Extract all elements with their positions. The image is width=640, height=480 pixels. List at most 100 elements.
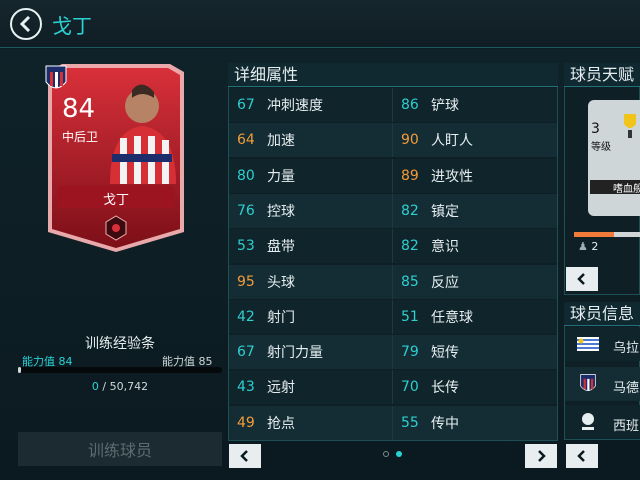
training-progress-bar <box>18 367 222 373</box>
talent-prev-button[interactable] <box>566 267 598 291</box>
attribute-row: 43 远射 70 长传 <box>229 370 557 405</box>
attribute-value: 89 <box>401 167 419 184</box>
attributes-next-button[interactable] <box>525 444 557 468</box>
info-league-label: 西班 <box>613 419 640 434</box>
attribute-name: 射门 <box>267 309 295 326</box>
uruguay-flag-icon <box>577 337 599 351</box>
page-dot-2[interactable] <box>396 451 402 457</box>
attribute-name: 力量 <box>267 168 295 185</box>
top-bar: 戈丁 <box>0 0 640 48</box>
talent-title: 球员天赋 <box>564 63 640 87</box>
attribute-row: 95 头球 85 反应 <box>229 264 557 299</box>
attribute-cell: 43 远射 <box>229 370 393 405</box>
talent-level-number: 3 <box>591 121 600 137</box>
attribute-name: 远射 <box>267 380 295 397</box>
club-crest-icon <box>45 65 67 89</box>
card-position: 中后卫 <box>62 130 99 144</box>
attribute-row: 76 控球 82 镇定 <box>229 193 557 228</box>
info-nation-label: 乌拉 <box>613 341 640 356</box>
attribute-value: 82 <box>401 238 419 255</box>
attribute-name: 冲刺速度 <box>267 98 323 114</box>
back-button[interactable] <box>10 8 42 40</box>
attribute-value: 95 <box>237 273 255 290</box>
card-rating: 84 <box>62 94 96 124</box>
attribute-name: 任意球 <box>431 309 473 326</box>
attribute-value: 76 <box>237 202 255 219</box>
talent-count: ♟ 2 <box>578 240 598 253</box>
chevron-right-icon <box>538 450 546 462</box>
attribute-cell: 95 头球 <box>229 264 393 299</box>
attribute-value: 79 <box>401 344 419 361</box>
attribute-value: 80 <box>237 167 255 184</box>
info-prev-button[interactable] <box>566 444 598 468</box>
train-player-button[interactable]: 训练球员 <box>18 432 222 466</box>
xp-current: 0 <box>91 380 99 393</box>
attribute-row: 67 射门力量 79 短传 <box>229 335 557 370</box>
talent-count-value: 2 <box>591 240 599 253</box>
page-dot-1[interactable] <box>383 451 389 457</box>
attribute-value: 42 <box>237 308 255 325</box>
attribute-value: 70 <box>401 379 419 396</box>
attribute-name: 长传 <box>431 380 459 397</box>
attribute-row: 53 盘带 82 意识 <box>229 229 557 264</box>
chevron-left-icon <box>577 450 585 462</box>
attribute-cell: 76 控球 <box>229 193 393 228</box>
attribute-name: 加速 <box>267 133 295 150</box>
attribute-cell: 64 加速 <box>229 123 393 158</box>
club-crest-icon <box>580 374 596 391</box>
trophy-icon <box>624 114 636 138</box>
attribute-cell: 42 射门 <box>229 299 393 334</box>
attribute-cell: 49 抢点 <box>229 405 393 440</box>
attribute-value: 51 <box>401 308 419 325</box>
attribute-value: 55 <box>401 414 419 431</box>
xp-readout: 0 / 50,742 <box>18 380 222 393</box>
attribute-row: 80 力量 89 进攻性 <box>229 158 557 193</box>
chevron-left-icon <box>240 450 248 462</box>
attribute-name: 传中 <box>431 415 459 432</box>
attribute-row: 49 抢点 55 传中 <box>229 405 557 440</box>
attribute-cell: 53 盘带 <box>229 229 393 264</box>
attribute-row: 42 射门 51 任意球 <box>229 299 557 334</box>
attribute-name: 进攻性 <box>431 168 473 185</box>
attribute-cell: 67 射门力量 <box>229 335 393 370</box>
talent-progress-bar <box>574 232 640 237</box>
attribute-cell: 90 人盯人 <box>393 123 557 157</box>
attribute-cell: 79 短传 <box>393 335 557 369</box>
attribute-value: 85 <box>401 273 419 290</box>
chevron-left-icon <box>19 16 31 32</box>
attribute-name: 盘带 <box>267 239 295 256</box>
attribute-value: 67 <box>237 344 255 361</box>
attribute-cell: 82 意识 <box>393 229 557 263</box>
attribute-value: 49 <box>237 414 255 431</box>
chevron-left-icon <box>577 273 585 285</box>
attribute-name: 铲球 <box>431 98 459 114</box>
attribute-name: 人盯人 <box>431 133 473 150</box>
attribute-value: 67 <box>237 97 255 113</box>
person-icon: ♟ <box>578 240 588 253</box>
training-title: 训练经验条 <box>85 336 155 352</box>
attributes-title: 详细属性 <box>228 63 558 87</box>
xp-separator: / <box>102 380 107 393</box>
attribute-row: 64 加速 90 人盯人 <box>229 123 557 158</box>
card-player-name: 戈丁 <box>102 193 129 208</box>
info-club-label: 马德 <box>613 381 640 396</box>
attribute-name: 控球 <box>267 203 295 220</box>
training-progress-fill <box>18 367 21 373</box>
talent-progress-fill <box>574 232 614 237</box>
league-logo-icon <box>582 413 594 430</box>
attribute-cell: 67 冲刺速度 <box>229 88 393 122</box>
attribute-cell: 70 长传 <box>393 370 557 404</box>
attribute-cell: 82 镇定 <box>393 194 557 228</box>
attribute-name: 意识 <box>431 239 459 256</box>
attribute-cell: 55 传中 <box>393 406 557 440</box>
talent-level-label: 等级 <box>591 142 611 153</box>
attribute-name: 镇定 <box>431 203 459 220</box>
attribute-row: 67 冲刺速度 86 铲球 <box>229 88 557 122</box>
attributes-prev-button[interactable] <box>229 444 261 468</box>
player-card[interactable]: 84 中后卫 戈丁 <box>44 64 188 252</box>
attribute-cell: 85 反应 <box>393 265 557 299</box>
attribute-value: 86 <box>401 97 419 113</box>
attribute-value: 82 <box>401 202 419 219</box>
talent-skill-name: 嗜血般 <box>613 184 640 195</box>
attribute-cell: 80 力量 <box>229 158 393 193</box>
